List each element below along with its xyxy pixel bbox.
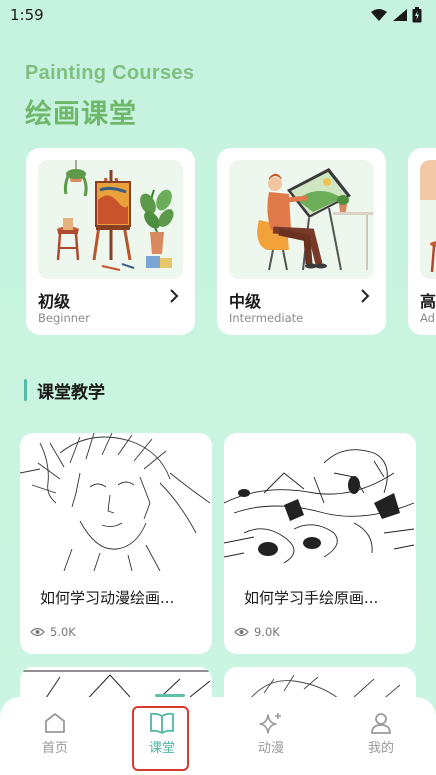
tab-label: 我的 <box>367 741 394 756</box>
tab-anime[interactable]: 动漫 <box>241 711 301 756</box>
wifi-icon <box>371 9 387 21</box>
signal-icon <box>393 9 407 21</box>
eye-icon <box>234 627 249 637</box>
section-accent-bar <box>24 379 27 401</box>
intermediate-illustration <box>229 160 374 279</box>
course-title: 初级 <box>38 292 71 311</box>
bottom-tab-bar: 首页 课堂 动漫 我的 <box>0 697 436 775</box>
article-title: 如何学习动漫绘画... <box>40 589 175 607</box>
section-header: 课堂教学 <box>24 377 105 403</box>
article-card[interactable]: 如何学习手绘原画... 9.0K <box>224 433 416 654</box>
view-count: 5.0K <box>50 625 76 639</box>
course-subtitle: Intermediate <box>229 311 304 325</box>
tab-label: 首页 <box>41 741 68 756</box>
home-icon <box>45 713 65 733</box>
course-subtitle: Beginner <box>38 311 90 325</box>
tab-label: 动漫 <box>257 741 284 756</box>
course-card-beginner[interactable]: 初级 Beginner <box>26 148 195 335</box>
article-views: 9.0K <box>234 625 280 639</box>
course-carousel[interactable]: 初级 Beginner 中级 Intermediate 高 Ad <box>0 148 436 338</box>
status-time: 1:59 <box>10 6 44 24</box>
sparkle-icon <box>259 713 281 734</box>
book-icon <box>150 712 174 734</box>
status-bar: 1:59 <box>0 0 436 30</box>
course-title: 高 <box>420 292 436 311</box>
user-icon <box>371 713 391 734</box>
eye-icon <box>30 627 45 637</box>
page-title-en: Painting Courses <box>25 62 195 84</box>
tab-profile[interactable]: 我的 <box>351 711 411 756</box>
status-icons <box>370 7 422 23</box>
tab-home[interactable]: 首页 <box>25 711 85 756</box>
advanced-illustration <box>420 160 436 279</box>
view-count: 9.0K <box>254 625 280 639</box>
chevron-right-icon <box>170 289 179 303</box>
chevron-right-icon <box>361 289 370 303</box>
battery-icon <box>412 7 422 23</box>
course-card-advanced[interactable]: 高 Ad <box>408 148 436 335</box>
article-card[interactable]: 如何学习动漫绘画... 5.0K <box>20 433 212 654</box>
course-title: 中级 <box>229 292 262 311</box>
page-title-zh: 绘画课堂 <box>25 99 137 130</box>
beginner-illustration <box>38 160 183 279</box>
article-views: 5.0K <box>30 625 76 639</box>
tab-label: 课堂 <box>148 741 175 756</box>
article-title: 如何学习手绘原画... <box>244 589 379 607</box>
article-thumbnail <box>224 433 416 571</box>
course-subtitle: Ad <box>420 311 435 325</box>
article-thumbnail <box>20 433 212 572</box>
section-title: 课堂教学 <box>37 382 105 403</box>
course-card-intermediate[interactable]: 中级 Intermediate <box>217 148 386 335</box>
tab-classroom[interactable]: 课堂 <box>132 711 192 756</box>
